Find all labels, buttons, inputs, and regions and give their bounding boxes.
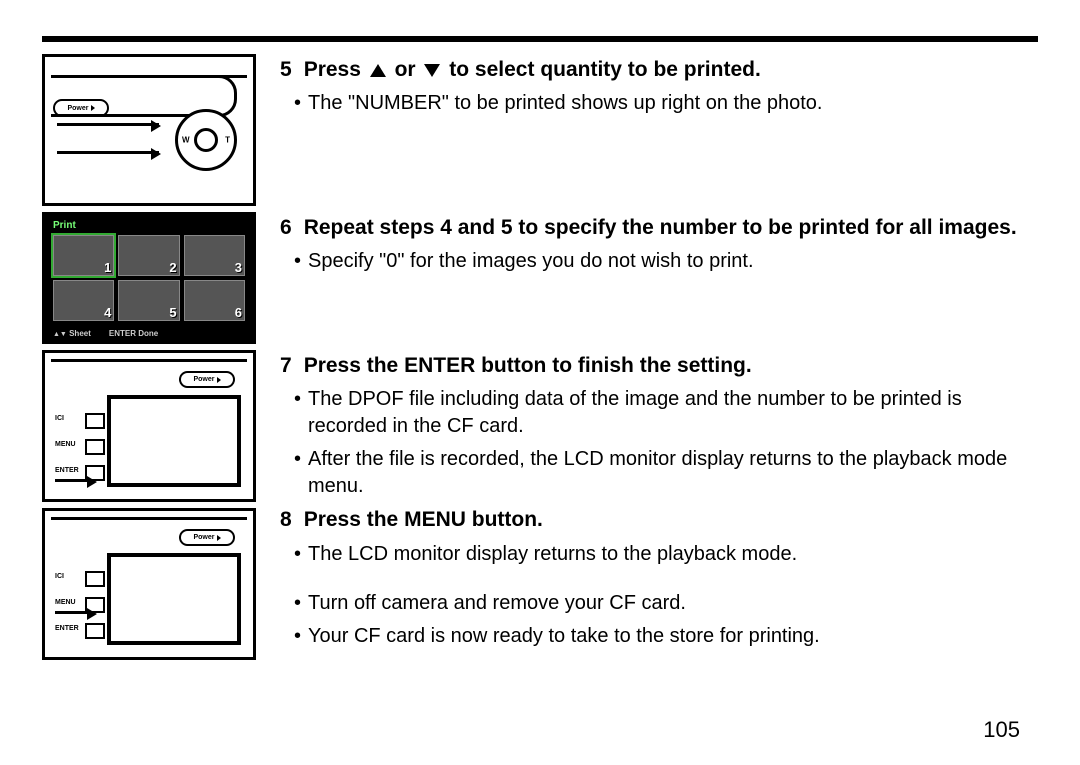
thumbnail: 3 bbox=[184, 235, 245, 276]
top-rule bbox=[42, 36, 1038, 42]
thumbnail: 5 bbox=[118, 280, 179, 321]
step-6-bullets: Specify "0" for the images you do not wi… bbox=[280, 248, 1038, 275]
step-8-bullets: The LCD monitor display returns to the p… bbox=[280, 541, 1038, 650]
bullet: After the file is recorded, the LCD moni… bbox=[294, 446, 1038, 500]
row-step-6: Print 1 2 3 4 5 6 ▲▼ Sheet ENTER Done bbox=[42, 212, 1038, 344]
arrow-icon bbox=[55, 479, 95, 482]
row-step-7-8: Power ICI MENU ENTER Power ICI bbox=[42, 350, 1038, 660]
arrow-icon bbox=[57, 151, 159, 154]
up-triangle-icon bbox=[370, 64, 386, 77]
dpad-icon: W T bbox=[175, 109, 237, 171]
figure-step-8: Power ICI MENU ENTER bbox=[42, 508, 256, 660]
bullet: The DPOF file including data of the imag… bbox=[294, 386, 1038, 440]
bullet: The LCD monitor display returns to the p… bbox=[294, 541, 1038, 568]
figure-step-7: Power ICI MENU ENTER bbox=[42, 350, 256, 502]
bullet: Turn off camera and remove your CF card. bbox=[294, 590, 1038, 617]
manual-page: Power W T 5 Press bbox=[0, 0, 1080, 765]
play-icon bbox=[217, 377, 221, 383]
step-6-heading: 6 Repeat steps 4 and 5 to specify the nu… bbox=[280, 214, 1038, 242]
power-label: Power bbox=[179, 371, 235, 388]
thumbnail: 1 bbox=[53, 235, 114, 276]
play-icon bbox=[91, 105, 95, 111]
bullet: Specify "0" for the images you do not wi… bbox=[294, 248, 1038, 275]
arrow-icon bbox=[57, 123, 159, 126]
step-5-heading: 5 Press or to select quantity to be prin… bbox=[280, 56, 1038, 84]
play-icon bbox=[217, 535, 221, 541]
step-8-heading: 8 Press the MENU button. bbox=[280, 506, 1038, 534]
step-7-heading: 7 Press the ENTER button to finish the s… bbox=[280, 352, 1038, 380]
content: Power W T 5 Press bbox=[42, 54, 1038, 660]
thumbnail: 4 bbox=[53, 280, 114, 321]
print-footer: ▲▼ Sheet ENTER Done bbox=[53, 329, 245, 338]
bullet: Your CF card is now ready to take to the… bbox=[294, 623, 1038, 650]
row-step-5: Power W T 5 Press bbox=[42, 54, 1038, 206]
step-7-bullets: The DPOF file including data of the imag… bbox=[280, 386, 1038, 500]
down-triangle-icon bbox=[424, 64, 440, 77]
power-label: Power bbox=[179, 529, 235, 546]
bullet: The "NUMBER" to be printed shows up righ… bbox=[294, 90, 1038, 117]
page-number: 105 bbox=[983, 717, 1020, 743]
thumbnail: 2 bbox=[118, 235, 179, 276]
arrow-icon bbox=[55, 611, 95, 614]
print-title: Print bbox=[53, 220, 245, 231]
power-label: Power bbox=[53, 99, 109, 117]
figure-step-5: Power W T bbox=[42, 54, 256, 206]
step-5-bullets: The "NUMBER" to be printed shows up righ… bbox=[280, 90, 1038, 117]
thumbnail: 6 bbox=[184, 280, 245, 321]
figure-step-6: Print 1 2 3 4 5 6 ▲▼ Sheet ENTER Done bbox=[42, 212, 256, 344]
